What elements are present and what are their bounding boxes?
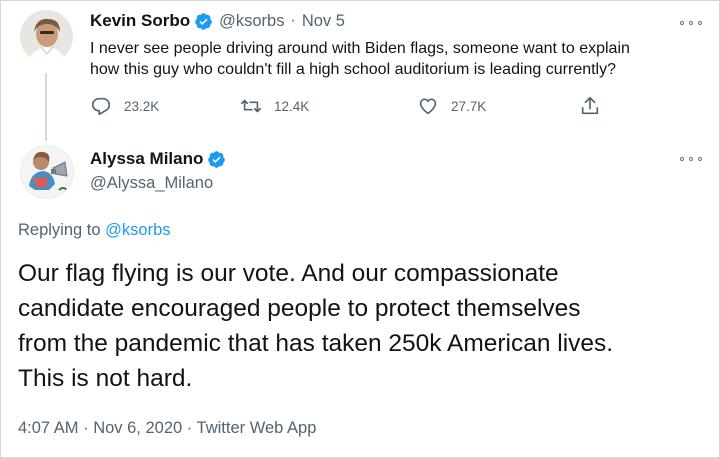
retweet-count: 12.4K bbox=[274, 98, 310, 114]
original-text-line: how this guy who couldn't fill a high sc… bbox=[90, 61, 617, 78]
reply-count: 23.2K bbox=[124, 98, 160, 114]
tweet-timestamp[interactable]: 4:07 AM · Nov 6, 2020 · Twitter Web App bbox=[18, 419, 316, 438]
reply-handle[interactable]: @Alyssa_Milano bbox=[90, 174, 213, 193]
original-text-line: I never see people driving around with B… bbox=[90, 40, 630, 57]
verified-badge-icon bbox=[207, 150, 226, 169]
reply-tweet-header: Alyssa Milano bbox=[90, 149, 226, 169]
reply-tweet-text: Our flag flying is our vote. And our com… bbox=[18, 256, 708, 396]
like-count: 27.7K bbox=[451, 98, 487, 114]
retweet-button[interactable]: 12.4K bbox=[240, 95, 309, 117]
like-icon bbox=[419, 98, 437, 115]
reply-text-line: candidate encouraged people to protect t… bbox=[18, 295, 581, 322]
replying-prefix: Replying to bbox=[18, 221, 101, 239]
more-options-icon[interactable] bbox=[680, 18, 702, 28]
original-handle[interactable]: @ksorbs bbox=[219, 12, 284, 31]
reply-text-line: This is not hard. bbox=[18, 365, 193, 392]
avatar-alyssa-milano[interactable] bbox=[20, 145, 74, 199]
replying-mention-link[interactable]: @ksorbs bbox=[105, 221, 170, 239]
verified-badge-icon bbox=[194, 12, 213, 31]
like-button[interactable]: 27.7K bbox=[417, 95, 486, 117]
reply-text-line: from the pandemic that has taken 250k Am… bbox=[18, 330, 614, 357]
share-icon bbox=[581, 96, 599, 115]
original-display-name[interactable]: Kevin Sorbo bbox=[90, 11, 190, 31]
separator-dot: · bbox=[290, 12, 296, 29]
reply-button[interactable]: 23.2K bbox=[90, 95, 159, 117]
share-button[interactable] bbox=[579, 95, 613, 117]
reply-text-line: Our flag flying is our vote. And our com… bbox=[18, 260, 559, 287]
reply-icon bbox=[91, 97, 111, 116]
retweet-icon bbox=[241, 99, 261, 113]
action-bar: 23.2K 12.4K 27.7K bbox=[90, 95, 610, 117]
replying-to-line: Replying to @ksorbs bbox=[18, 221, 171, 240]
original-tweet-header: Kevin Sorbo @ksorbs · Nov 5 bbox=[90, 11, 345, 31]
thread-connector bbox=[45, 73, 47, 141]
original-tweet-text: I never see people driving around with B… bbox=[90, 38, 630, 80]
avatar-kevin-sorbo[interactable] bbox=[20, 10, 73, 63]
reply-display-name[interactable]: Alyssa Milano bbox=[90, 149, 203, 169]
original-date[interactable]: Nov 5 bbox=[302, 12, 345, 31]
more-options-icon[interactable] bbox=[680, 154, 702, 164]
